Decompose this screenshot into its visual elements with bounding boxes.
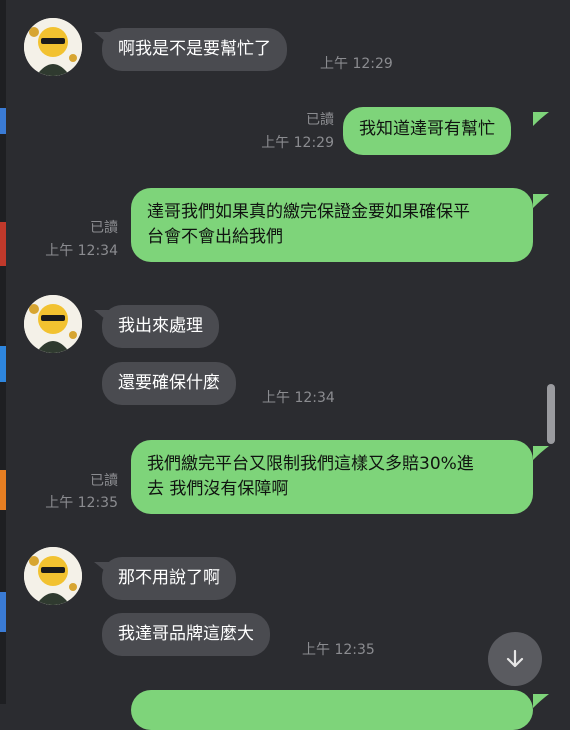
read-receipt: 已讀 [90,220,118,236]
message-text: 我知道達哥有幫忙 [359,119,495,139]
incoming-message[interactable]: 啊我是不是要幫忙了 [102,28,287,71]
incoming-message[interactable]: 我出來處理 [102,305,219,348]
avatar-image [24,295,82,353]
outgoing-message[interactable]: 達哥我們如果真的繳完保證金要如果確保平 台會不會出給我們 [131,188,533,262]
message-text: 我出來處理 [118,316,203,336]
incoming-message[interactable]: 那不用說了啊 [102,557,236,600]
message-time: 上午 12:34 [45,243,118,259]
read-receipt: 已讀 [306,112,334,128]
bubble-tail [533,694,549,708]
contact-avatar[interactable] [24,18,82,76]
outgoing-message[interactable]: 我們繳完平台又限制我們這樣又多賠30%進 去 我們沒有保障啊 [131,440,533,514]
bubble-tail [533,112,549,126]
message-text: 我達哥品牌這麼大 [118,624,254,644]
bubble-tail [533,446,549,460]
read-receipt: 已讀 [90,473,118,489]
message-text: 我們繳完平台又限制我們這樣又多賠30%進 去 我們沒有保障啊 [147,454,474,499]
outgoing-message[interactable]: 我知道達哥有幫忙 [343,107,511,155]
outgoing-message-partial[interactable] [131,690,533,730]
message-time: 上午 12:34 [262,390,335,406]
message-text: 那不用說了啊 [118,568,220,588]
bubble-tail [533,194,549,208]
incoming-message[interactable]: 我達哥品牌這麼大 [102,613,270,656]
avatar-image [24,547,82,605]
message-time: 上午 12:29 [320,56,393,72]
contact-avatar[interactable] [24,547,82,605]
message-time: 上午 12:29 [261,135,334,151]
arrow-down-icon [506,649,524,668]
message-time: 上午 12:35 [302,642,375,658]
message-time: 上午 12:35 [45,495,118,511]
message-text: 啊我是不是要幫忙了 [118,39,271,59]
message-text: 還要確保什麼 [118,373,220,393]
scroll-to-bottom-button[interactable] [488,632,542,686]
avatar-image [24,18,82,76]
incoming-message[interactable]: 還要確保什麼 [102,362,236,405]
scrollbar-thumb[interactable] [547,384,555,444]
message-text: 達哥我們如果真的繳完保證金要如果確保平 台會不會出給我們 [147,202,470,247]
contact-avatar[interactable] [24,295,82,353]
chat-panel[interactable]: 啊我是不是要幫忙了 上午 12:29 已讀 上午 12:29 我知道達哥有幫忙 … [6,0,570,730]
